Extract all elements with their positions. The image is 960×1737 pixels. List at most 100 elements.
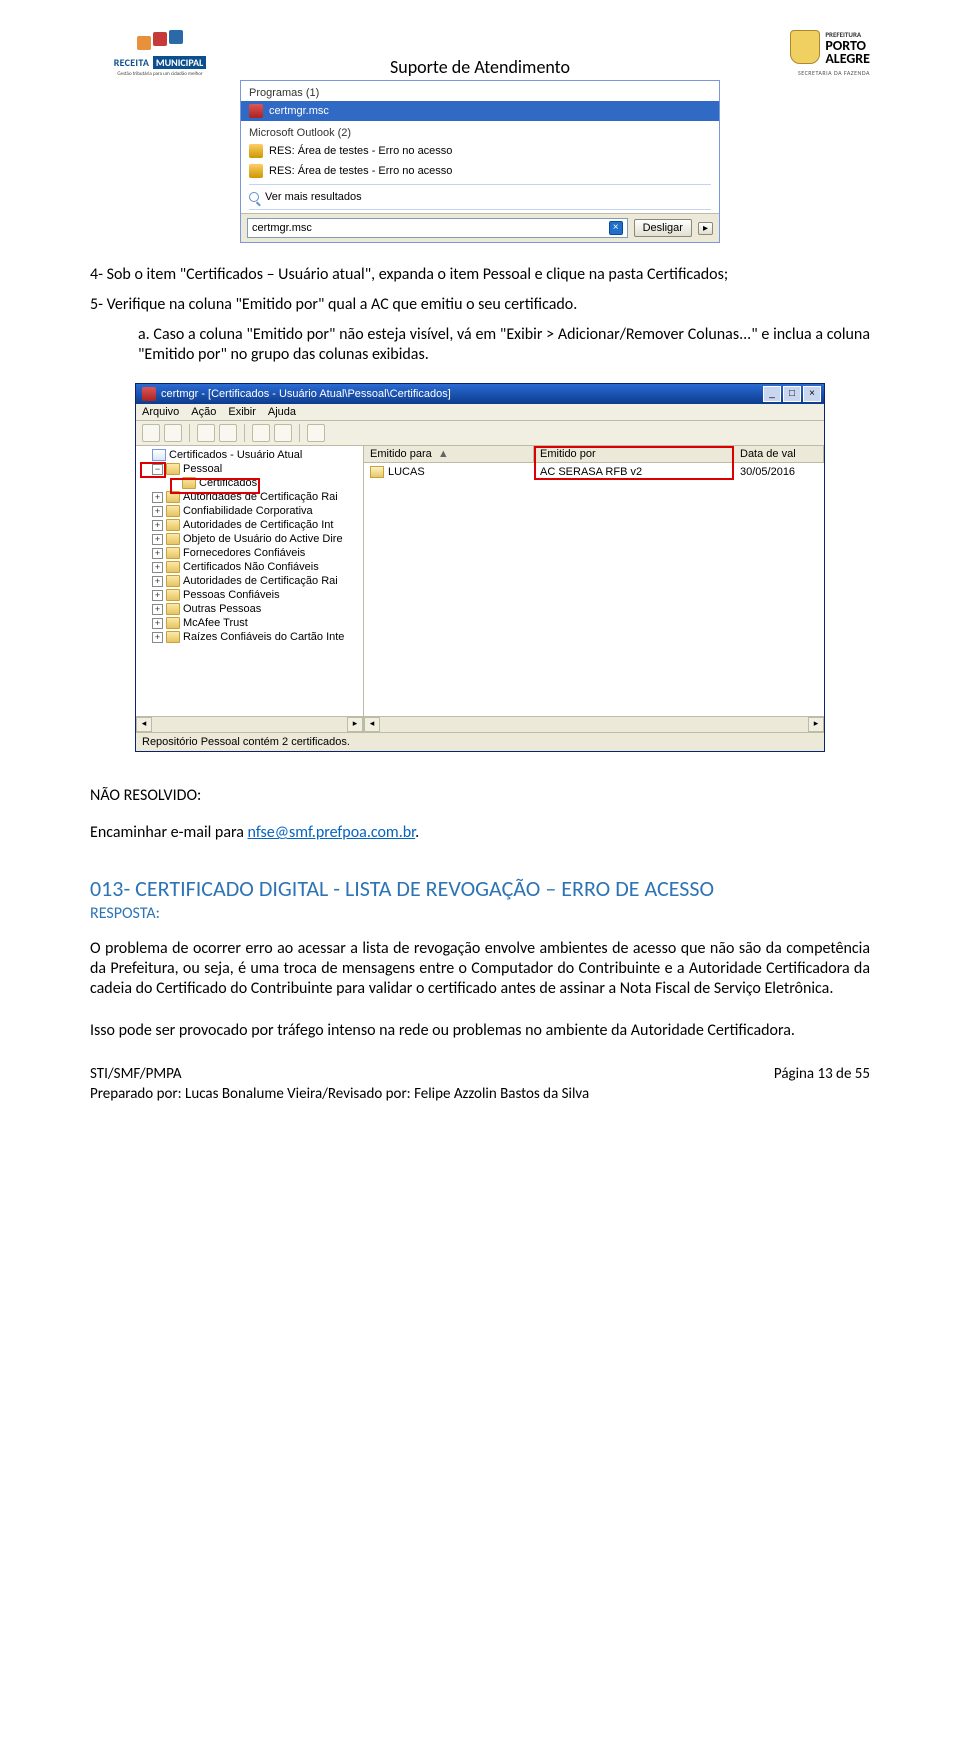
tree-item[interactable]: +Autoridades de Certificação Int xyxy=(136,518,363,532)
nao-resolvido-label: NÃO RESOLVIDO: xyxy=(90,786,870,805)
properties-button[interactable] xyxy=(219,424,237,442)
folder-icon xyxy=(166,505,180,517)
section-013-title: 013- CERTIFICADO DIGITAL - LISTA DE REVO… xyxy=(90,876,870,902)
footer-page-number: Página 13 de 55 xyxy=(774,1065,870,1083)
menu-exibir[interactable]: Exibir xyxy=(228,406,256,418)
shield-icon xyxy=(790,30,820,64)
logo-porto-alegre: PREFEITURA PORTO ALEGRE SECRETARIA DA FA… xyxy=(730,30,870,77)
folder-icon xyxy=(166,519,180,531)
nav-back-button[interactable] xyxy=(142,424,160,442)
clear-search-icon[interactable]: × xyxy=(609,221,623,235)
shutdown-options-button[interactable]: ▸ xyxy=(698,222,713,235)
tree-item[interactable]: +Autoridades de Certificação Rai xyxy=(136,574,363,588)
expand-icon[interactable]: + xyxy=(152,520,163,531)
expand-icon[interactable]: + xyxy=(152,492,163,503)
expand-icon[interactable]: + xyxy=(152,576,163,587)
outlook-result-1-label: RES: Área de testes - Erro no acesso xyxy=(269,145,452,157)
expand-icon[interactable]: + xyxy=(152,604,163,615)
tree-item[interactable]: +Outras Pessoas xyxy=(136,602,363,616)
expand-icon[interactable]: + xyxy=(152,548,163,559)
outlook-result-2-label: RES: Área de testes - Erro no acesso xyxy=(269,165,452,177)
mail-icon xyxy=(249,144,263,158)
outlook-result-1[interactable]: RES: Área de testes - Erro no acesso xyxy=(241,141,719,161)
expand-icon[interactable]: + xyxy=(152,632,163,643)
refresh-button[interactable] xyxy=(252,424,270,442)
menu-arquivo[interactable]: Arquivo xyxy=(142,406,179,418)
scroll-right-button[interactable]: ▸ xyxy=(347,717,363,732)
col-emitido-por[interactable]: Emitido por xyxy=(534,446,734,462)
folder-icon xyxy=(166,463,180,475)
start-menu-screenshot: Programas (1) certmgr.msc Microsoft Outl… xyxy=(240,80,720,243)
col-data-val[interactable]: Data de val xyxy=(734,446,824,462)
tree-pane: Certificados - Usuário Atual − Pessoal C… xyxy=(136,446,364,716)
expand-icon[interactable]: + xyxy=(152,534,163,545)
cert-icon xyxy=(370,466,384,478)
search-input[interactable]: certmgr.msc × xyxy=(247,218,628,238)
menu-acao[interactable]: Ação xyxy=(191,406,216,418)
footer-author: Preparado por: Lucas Bonalume Vieira/Rev… xyxy=(90,1085,870,1103)
scroll-left-button[interactable]: ◂ xyxy=(364,717,380,732)
menu-bar: Arquivo Ação Exibir Ajuda xyxy=(136,404,824,421)
program-result-certmgr[interactable]: certmgr.msc xyxy=(241,101,719,121)
shutdown-button[interactable]: Desligar xyxy=(634,219,692,237)
folder-icon xyxy=(182,477,196,489)
help-button[interactable] xyxy=(307,424,325,442)
step-5a: a. Caso a coluna "Emitido por" não estej… xyxy=(90,325,870,365)
tree-item[interactable]: +Raízes Confiáveis do Cartão Inte xyxy=(136,630,363,644)
folder-icon xyxy=(166,547,180,559)
footer-left: STI/SMF/PMPA xyxy=(90,1065,182,1083)
status-bar: Repositório Pessoal contém 2 certificado… xyxy=(136,732,824,751)
scroll-right-button[interactable]: ▸ xyxy=(808,717,824,732)
app-icon xyxy=(142,387,156,401)
tree-item[interactable]: +McAfee Trust xyxy=(136,616,363,630)
close-button[interactable]: × xyxy=(803,386,821,402)
maximize-button[interactable]: □ xyxy=(783,386,801,402)
sort-asc-icon: ▲ xyxy=(438,448,449,460)
expand-icon[interactable]: + xyxy=(152,590,163,601)
certmgr-window: certmgr - [Certificados - Usuário Atual\… xyxy=(135,383,825,752)
tree-item[interactable]: +Fornecedores Confiáveis xyxy=(136,546,363,560)
certificate-row[interactable]: LUCAS AC SERASA RFB v2 30/05/2016 xyxy=(364,463,824,481)
tree-item[interactable]: +Objeto de Usuário do Active Dire xyxy=(136,532,363,546)
export-button[interactable] xyxy=(274,424,292,442)
search-value: certmgr.msc xyxy=(252,222,312,234)
expand-icon[interactable]: + xyxy=(152,562,163,573)
tree-item[interactable]: +Autoridades de Certificação Rai xyxy=(136,490,363,504)
collapse-icon[interactable]: − xyxy=(152,464,163,475)
scroll-left-button[interactable]: ◂ xyxy=(136,717,152,732)
step-5: 5- Verifique na coluna "Emitido por" qua… xyxy=(90,295,870,315)
section-013-p1: O problema de ocorrer erro ao acessar a … xyxy=(90,939,870,999)
see-more-results[interactable]: Ver mais resultados xyxy=(241,188,719,206)
outlook-result-2[interactable]: RES: Área de testes - Erro no acesso xyxy=(241,161,719,181)
col-emitido-para[interactable]: Emitido para ▲ xyxy=(364,446,534,462)
tree-pessoal[interactable]: − Pessoal xyxy=(136,462,363,476)
folder-icon xyxy=(166,575,180,587)
list-header: Emitido para ▲ Emitido por Data de val xyxy=(364,446,824,463)
minimize-button[interactable]: _ xyxy=(763,386,781,402)
expand-icon[interactable]: + xyxy=(152,506,163,517)
mail-icon xyxy=(249,164,263,178)
logo-receita-municipal: RECEITA MUNICIPAL Gestão tributária para… xyxy=(90,30,230,77)
see-more-label: Ver mais resultados xyxy=(265,191,362,203)
nav-forward-button[interactable] xyxy=(164,424,182,442)
menu-ajuda[interactable]: Ajuda xyxy=(268,406,296,418)
logo-tagline: Gestão tributária para um cidadão melhor xyxy=(90,71,230,77)
tree-item[interactable]: +Confiabilidade Corporativa xyxy=(136,504,363,518)
window-title-text: certmgr - [Certificados - Usuário Atual\… xyxy=(161,388,451,400)
page-footer: STI/SMF/PMPA Página 13 de 55 xyxy=(90,1065,870,1083)
step-4: 4- Sob o item "Certificados – Usuário at… xyxy=(90,265,870,285)
folder-icon xyxy=(166,533,180,545)
up-button[interactable] xyxy=(197,424,215,442)
tree-root[interactable]: Certificados - Usuário Atual xyxy=(136,448,363,462)
tree-item[interactable]: +Pessoas Confiáveis xyxy=(136,588,363,602)
tree-certificados[interactable]: Certificados xyxy=(136,476,363,490)
section-013-p2: Isso pode ser provocado por tráfego inte… xyxy=(90,1021,870,1041)
folder-icon xyxy=(166,491,180,503)
email-link[interactable]: nfse@smf.prefpoa.com.br xyxy=(248,823,416,842)
folder-icon xyxy=(166,589,180,601)
tree-item[interactable]: +Certificados Não Confiáveis xyxy=(136,560,363,574)
program-result-label: certmgr.msc xyxy=(269,105,329,117)
city-line2: ALEGRE xyxy=(825,52,870,65)
cert-name: LUCAS xyxy=(388,466,425,478)
expand-icon[interactable]: + xyxy=(152,618,163,629)
